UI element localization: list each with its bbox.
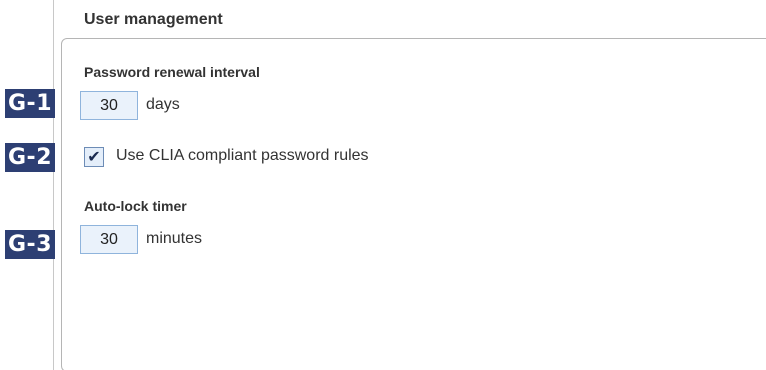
password-renewal-input[interactable]: 30 xyxy=(80,91,138,120)
password-renewal-label: Password renewal interval xyxy=(84,64,260,80)
callout-badge-g1: G-1 xyxy=(5,89,55,118)
section-title: User management xyxy=(84,11,223,28)
settings-panel: User management Password renewal interva… xyxy=(0,0,766,370)
auto-lock-input[interactable]: 30 xyxy=(80,225,138,254)
auto-lock-unit: minutes xyxy=(146,230,203,247)
callout-badge-g2: G-2 xyxy=(5,143,55,172)
left-divider xyxy=(53,0,54,370)
callout-badge-g3: G-3 xyxy=(5,230,55,259)
password-renewal-unit: days xyxy=(146,96,180,113)
auto-lock-label: Auto-lock timer xyxy=(84,198,187,214)
clia-rules-checkbox[interactable]: ✔ xyxy=(84,147,104,167)
clia-rules-label[interactable]: Use CLIA compliant password rules xyxy=(116,147,369,165)
